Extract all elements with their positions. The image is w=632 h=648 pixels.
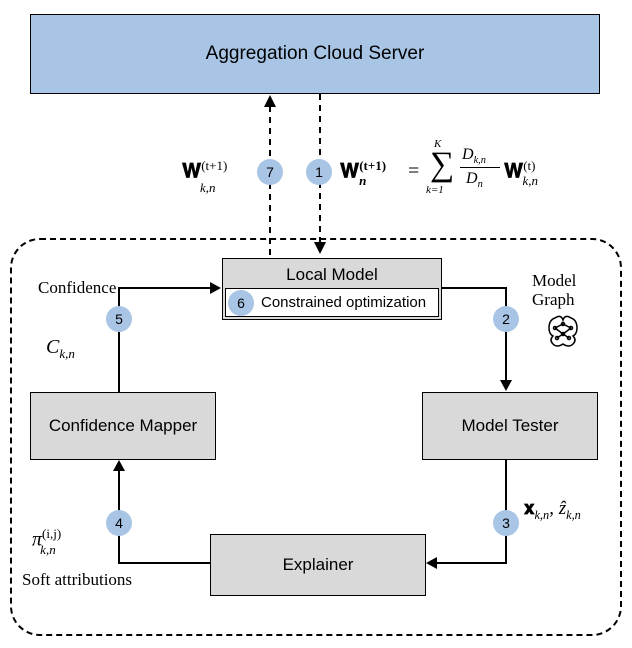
arrow-cm-lm-v (118, 287, 120, 392)
aggregation-cloud-server: Aggregation Cloud Server (30, 14, 600, 94)
model-tester: Model Tester (422, 392, 598, 460)
arrow-lm-mt-h (442, 287, 507, 289)
local-model-title: Local Model (286, 265, 378, 285)
brain-network-icon (545, 314, 581, 350)
explainer: Explainer (210, 534, 426, 596)
constrained-optimization: Constrained optimization (225, 288, 439, 317)
confidence-mapper: Confidence Mapper (30, 392, 216, 460)
arrow-lm-mt-head (500, 380, 512, 391)
arrow-lm-mt-v (505, 287, 507, 382)
formula-xz: 𝐱k,n, ẑk,n (524, 498, 581, 523)
step-1: 1 (306, 159, 332, 185)
constrained-title: Constrained optimization (261, 294, 426, 311)
arrow-mt-ex-head (426, 557, 437, 569)
step-5: 5 (106, 306, 132, 332)
step-6: 6 (228, 290, 254, 316)
confidence-label: Confidence (38, 278, 116, 298)
step-3: 3 (493, 510, 519, 536)
arrow-cm-lm-head (210, 282, 221, 294)
confidence-mapper-title: Confidence Mapper (49, 416, 197, 436)
arrow-mt-ex-h (436, 562, 507, 564)
diagram-canvas: Aggregation Cloud Server Local Model Con… (0, 0, 632, 648)
formula-C: Ck,n (46, 336, 75, 362)
formula-w-left: 𝐖(t+1) k,n (182, 158, 227, 210)
step-4: 4 (106, 510, 132, 536)
formula-pi: π(i,j) k,n (32, 526, 82, 555)
step-7: 7 (257, 159, 283, 185)
arrow-ex-cm-head (113, 460, 125, 471)
arrow-ex-cm-h (118, 562, 210, 564)
explainer-title: Explainer (283, 555, 354, 575)
cloud-title: Aggregation Cloud Server (206, 43, 425, 65)
step-2: 2 (493, 306, 519, 332)
arrow-cm-lm-h (118, 287, 212, 289)
model-tester-title: Model Tester (461, 416, 558, 436)
soft-attr-label: Soft attributions (22, 570, 132, 590)
model-graph-label: Model Graph (532, 271, 602, 309)
formula-aggregation: 𝐖(t+1) n = K ∑ k=1 Dk,n Dn 𝐖(t) k,n (340, 140, 620, 210)
